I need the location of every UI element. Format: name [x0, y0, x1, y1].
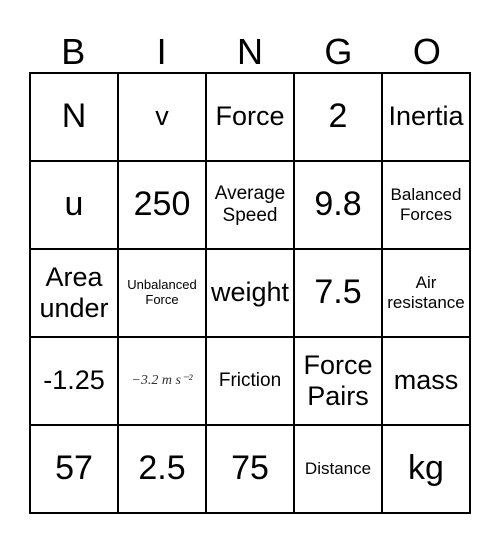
- bingo-cell[interactable]: Average Speed: [206, 161, 294, 249]
- bingo-cell[interactable]: v: [118, 73, 206, 161]
- bingo-cell[interactable]: Friction: [206, 337, 294, 425]
- bingo-cell[interactable]: 57: [30, 425, 118, 513]
- bingo-cell[interactable]: 2: [294, 73, 382, 161]
- bingo-cell[interactable]: Force Pairs: [294, 337, 382, 425]
- bingo-grid: Nv Force 2 Inertia u 250 Average Speed 9.8 Balan…: [29, 72, 471, 514]
- bingo-cell[interactable]: Inertia: [382, 73, 470, 161]
- bingo-cell[interactable]: 2.5: [118, 425, 206, 513]
- bingo-cell[interactable]: N: [30, 73, 118, 161]
- bingo-cell[interactable]: Balanced Forces: [382, 161, 470, 249]
- bingo-cell[interactable]: weight: [206, 249, 294, 337]
- bingo-cell[interactable]: 250: [118, 161, 206, 249]
- header-letter: N: [237, 31, 264, 72]
- header-letter: G: [324, 31, 353, 72]
- bingo-header: BINGO: [29, 30, 471, 74]
- bingo-cell[interactable]: 9.8: [294, 161, 382, 249]
- bingo-cell[interactable]: u: [30, 161, 118, 249]
- bingo-cell[interactable]: kg: [382, 425, 470, 513]
- bingo-cell[interactable]: Area under: [30, 249, 118, 337]
- bingo-cell[interactable]: Air resistance: [382, 249, 470, 337]
- bingo-cell[interactable]: Force: [206, 73, 294, 161]
- bingo-cell[interactable]: −3.2 m s⁻²: [118, 337, 206, 425]
- bingo-cell[interactable]: Unbalanced Force: [118, 249, 206, 337]
- header-letter: O: [412, 31, 441, 72]
- bingo-cell[interactable]: 7.5: [294, 249, 382, 337]
- bingo-cell[interactable]: -1.25: [30, 337, 118, 425]
- bingo-cell[interactable]: mass: [382, 337, 470, 425]
- header-letter: B: [61, 31, 86, 72]
- bingo-cell[interactable]: Distance: [294, 425, 382, 513]
- bingo-cell[interactable]: 75: [206, 425, 294, 513]
- header-letter: I: [156, 31, 167, 72]
